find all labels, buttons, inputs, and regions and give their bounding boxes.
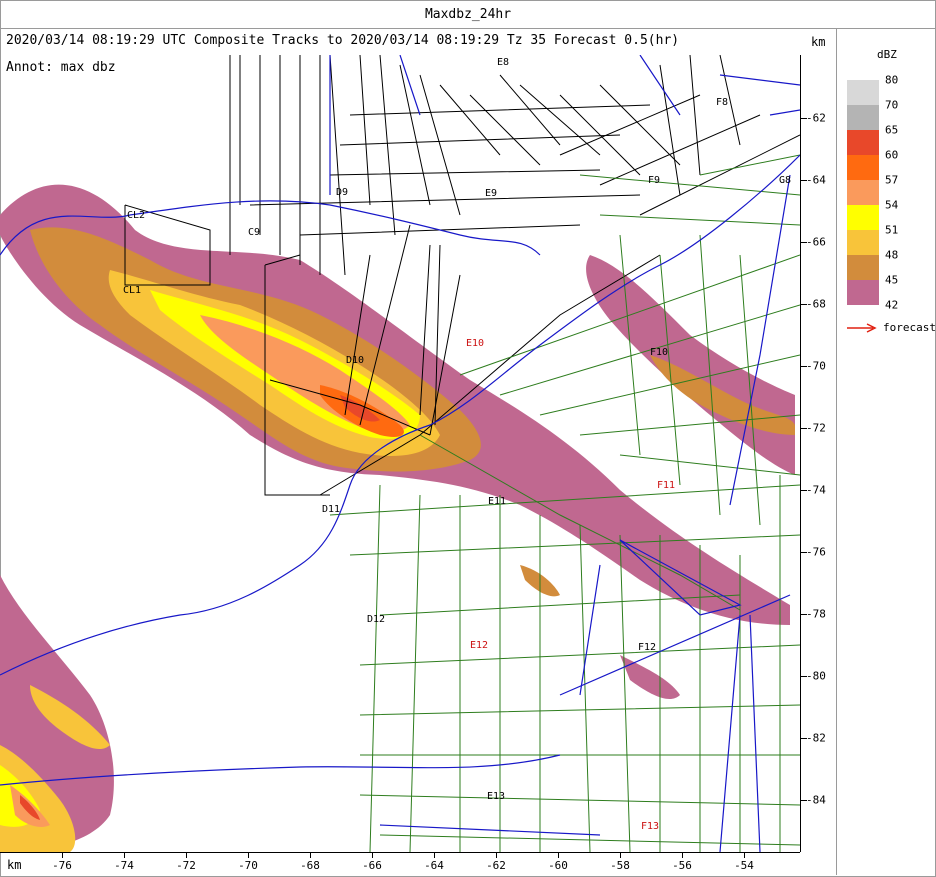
x-axis-tick [186, 853, 187, 858]
x-axis-tick [558, 853, 559, 858]
map-canvas: CL2 CL1 C9 D9 E9 E8 F8 F9 G8 D10 E10 F10… [0, 55, 800, 852]
legend-level-label: 65 [885, 123, 899, 137]
plot-header: 2020/03/14 08:19:29 UTC Composite Tracks… [6, 33, 680, 48]
cell-label-E10: E10 [466, 338, 484, 349]
radar-map[interactable]: CL2 CL1 C9 D9 E9 E8 F8 F9 G8 D10 E10 F10… [0, 55, 800, 852]
cell-label-C9: C9 [248, 227, 260, 238]
legend-swatch [847, 255, 879, 280]
legend-level-label: 57 [885, 173, 899, 187]
x-axis-tick [124, 853, 125, 858]
x-axis-tick [620, 853, 621, 858]
km-unit-top: km [811, 35, 826, 49]
y-axis-tick-label: -68 [806, 297, 826, 311]
forecast-label: forecast [883, 321, 936, 334]
annotation-text: Annot: max dbz [6, 60, 116, 75]
x-axis-tick [248, 853, 249, 858]
cell-label-D9: D9 [336, 187, 348, 198]
legend-level-label: 70 [885, 98, 899, 112]
cell-label-D11: D11 [322, 504, 340, 515]
cell-label-E12: E12 [470, 640, 488, 651]
y-axis-tick-label: -74 [806, 483, 826, 497]
y-axis-tick-label: -70 [806, 359, 826, 373]
legend-swatch [847, 205, 879, 230]
cell-label-E9: E9 [485, 188, 497, 199]
x-axis-tick-label: -66 [362, 859, 382, 872]
x-axis-tick-label: -76 [52, 859, 72, 872]
x-axis-tick-label: -68 [300, 859, 320, 872]
y-axis-tick-label: -72 [806, 421, 826, 435]
x-axis-tick [434, 853, 435, 858]
x-axis: -76 -74 -72 -70 -68 -66 -64 -62 -60 -58 -56 -54 [0, 852, 800, 877]
x-axis-tick-label: -70 [238, 859, 258, 872]
legend-unit: dBZ [877, 48, 897, 61]
x-axis-tick-label: -64 [424, 859, 444, 872]
y-axis-tick-label: -76 [806, 545, 826, 559]
legend-level-label: 60 [885, 148, 899, 162]
legend-swatch [847, 180, 879, 205]
x-axis-tick [372, 853, 373, 858]
legend-level-label: 80 [885, 73, 899, 87]
reflectivity-swath [0, 184, 795, 852]
cell-label-D12: D12 [367, 614, 385, 625]
y-axis: -62 -64 -66 -68 -70 -72 -74 -76 -78 -80 -82 -84 [800, 55, 835, 852]
cell-label-G8: G8 [779, 175, 791, 186]
cell-label-F11: F11 [657, 480, 675, 491]
legend-level-label: 54 [885, 198, 899, 212]
y-axis-tick-label: -78 [806, 607, 826, 621]
km-unit-bottom: km [7, 858, 22, 872]
x-axis-tick-label: -54 [734, 859, 754, 872]
x-axis-tick-label: -56 [672, 859, 692, 872]
x-axis-tick [496, 853, 497, 858]
cell-label-F10: F10 [650, 347, 668, 358]
legend-level-label: 51 [885, 223, 899, 237]
cell-label-F13: F13 [641, 821, 659, 832]
cell-label-CL2: CL2 [127, 210, 145, 221]
y-axis-tick-label: -66 [806, 235, 826, 249]
legend-level-label: 45 [885, 273, 899, 287]
legend-swatch [847, 80, 879, 105]
legend-swatch [847, 155, 879, 180]
legend-level-label: 48 [885, 248, 899, 262]
y-axis-tick-label: -80 [806, 669, 826, 683]
cell-label-D10: D10 [346, 355, 364, 366]
legend-swatch [847, 105, 879, 130]
window-title: Maxdbz_24hr [0, 0, 936, 29]
y-axis-tick-label: -84 [806, 793, 826, 807]
cell-label-E11: E11 [488, 496, 506, 507]
cell-label-F8: F8 [716, 97, 728, 108]
cell-label-CL1: CL1 [123, 285, 141, 296]
y-axis-tick-label: -62 [806, 111, 826, 125]
x-axis-tick [310, 853, 311, 858]
cell-label-E13: E13 [487, 791, 505, 802]
legend-swatch [847, 280, 879, 305]
x-axis-tick-label: -74 [114, 859, 134, 872]
x-axis-tick-label: -60 [548, 859, 568, 872]
x-axis-tick-label: -58 [610, 859, 630, 872]
cell-label-E8: E8 [497, 57, 509, 68]
cell-label-F9: F9 [648, 175, 660, 186]
x-axis-tick-label: -62 [486, 859, 506, 872]
y-axis-tick-label: -82 [806, 731, 826, 745]
legend-swatch [847, 130, 879, 155]
cell-label-F12: F12 [638, 642, 656, 653]
x-axis-tick [62, 853, 63, 858]
legend-forecast: forecast [845, 321, 936, 334]
forecast-arrow-icon [847, 322, 877, 333]
x-axis-tick [744, 853, 745, 858]
y-axis-tick-label: -64 [806, 173, 826, 187]
legend-level-label: 42 [885, 298, 899, 312]
legend-swatch [847, 230, 879, 255]
legend-panel: dBZ forecast 80 70 65 60 57 54 51 48 45 42 [836, 28, 936, 875]
x-axis-tick [682, 853, 683, 858]
x-axis-tick-label: -72 [176, 859, 196, 872]
